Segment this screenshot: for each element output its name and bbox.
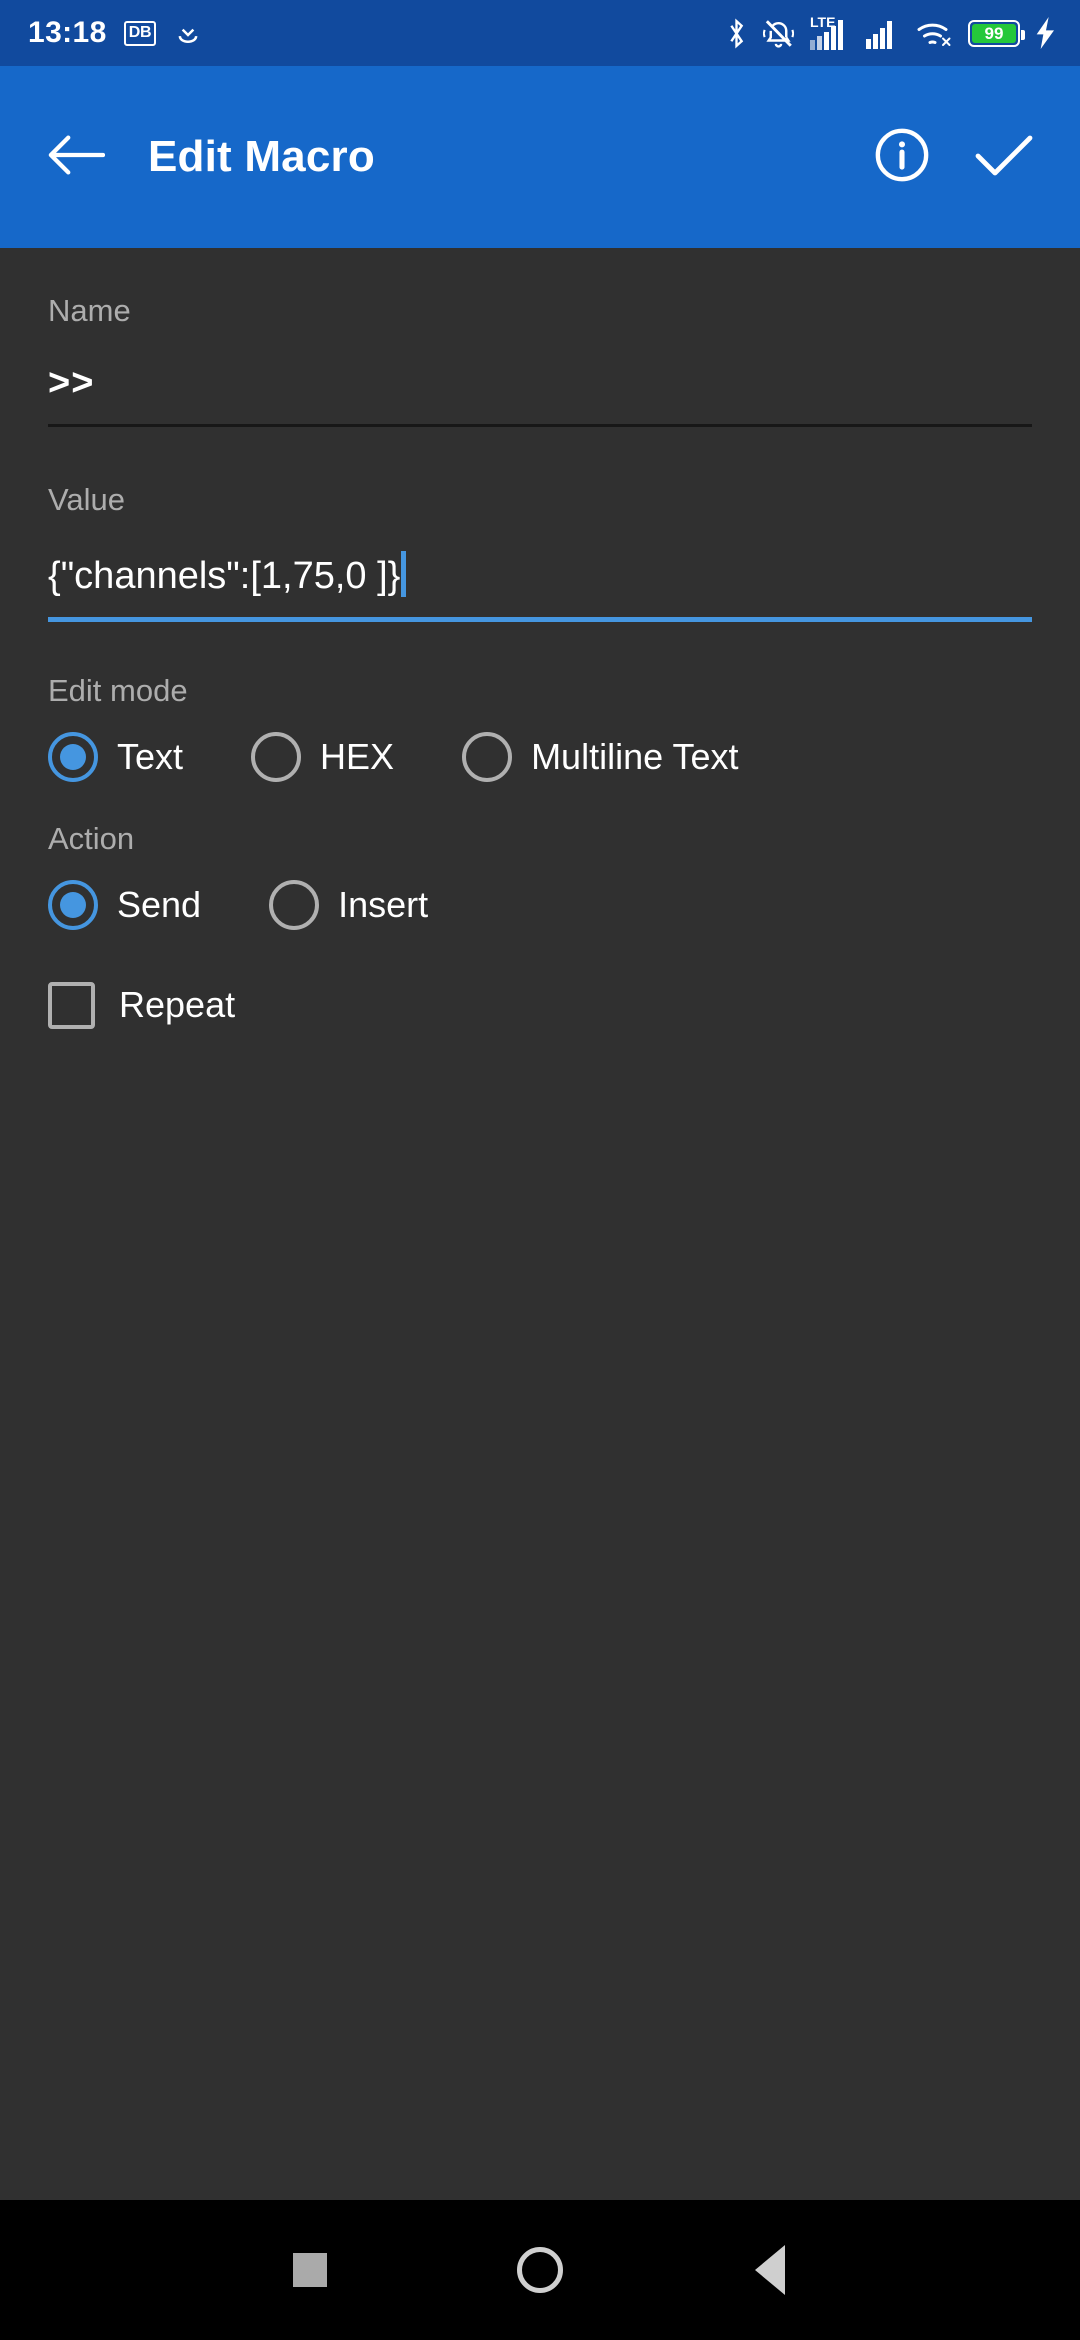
name-input-row[interactable]: >> (48, 362, 1032, 427)
action-label: Action (48, 820, 135, 856)
radio-option-hex[interactable]: HEX (251, 731, 395, 782)
page-title: Edit Macro (148, 132, 375, 181)
triangle-back-icon (755, 2245, 785, 2295)
radio-hex-indicator[interactable] (251, 731, 302, 782)
charging-bolt-icon (1034, 17, 1058, 49)
name-input-underline (48, 423, 1032, 427)
radio-text-indicator[interactable] (48, 731, 98, 782)
radio-option-insert[interactable]: Insert (269, 879, 429, 930)
value-input-underline (48, 616, 1032, 622)
battery-percent: 99 (984, 23, 1004, 43)
value-input[interactable]: {"channels":[1,75,0 ]} (48, 555, 400, 617)
name-field-label: Name (48, 293, 131, 328)
battery-icon: 99 (968, 19, 1025, 47)
info-button[interactable] (862, 117, 942, 197)
edit-mode-label: Edit mode (48, 672, 188, 708)
radio-send-label: Send (117, 883, 202, 925)
edit-mode-radio-row: Text HEX Multiline Text (48, 731, 1032, 782)
radio-option-multiline-text[interactable]: Multiline Text (462, 731, 739, 782)
action-radio-row: Send Insert (48, 879, 1032, 930)
action-group: Action Send Insert (48, 820, 1032, 930)
recents-button[interactable] (255, 2215, 365, 2325)
radio-multiline-text-label: Multiline Text (531, 735, 739, 777)
lte-label: LTE (810, 14, 836, 30)
status-bar-right: LTE 99 (724, 14, 1058, 50)
wifi-icon (916, 18, 954, 49)
check-icon (974, 131, 1034, 184)
radio-multiline-text-indicator[interactable] (462, 731, 513, 782)
bluetooth-icon (724, 17, 749, 50)
radio-option-send[interactable]: Send (48, 879, 202, 930)
download-icon (173, 18, 203, 48)
info-circle-icon (873, 126, 931, 189)
edit-mode-group: Edit mode Text HEX Multiline Text (48, 672, 1032, 782)
home-button[interactable] (485, 2215, 595, 2325)
db-badge-text: DB (123, 20, 157, 46)
circle-home-icon (517, 2247, 563, 2293)
text-cursor (401, 550, 407, 597)
app-bar: Edit Macro (0, 66, 1080, 248)
status-bar-clock: 13:18 (28, 16, 107, 49)
lte-signal-icon: LTE (808, 14, 852, 50)
radio-option-text[interactable]: Text (48, 731, 184, 782)
back-button[interactable] (40, 121, 112, 193)
confirm-button[interactable] (964, 117, 1044, 197)
value-field-group: Value {"channels":[1,75,0 ]} (48, 481, 1032, 622)
name-field-group: Name >> (48, 293, 1032, 427)
radio-text-label: Text (117, 735, 184, 777)
radio-send-indicator[interactable] (48, 879, 98, 930)
form-content: Name >> Value {"channels":[1,75,0 ]} Edi… (0, 248, 1080, 2200)
status-bar-left: 13:18 DB (28, 18, 203, 48)
db-badge-icon: DB (123, 20, 157, 46)
repeat-checkbox-label: Repeat (119, 984, 236, 1026)
repeat-checkbox-row[interactable]: Repeat (48, 981, 1032, 1029)
nav-back-button[interactable] (715, 2215, 825, 2325)
radio-insert-indicator[interactable] (269, 879, 320, 930)
phone-screen: 13:18 DB LTE 99 Edit Macro Name >> Value… (0, 0, 1080, 2340)
name-input[interactable]: >> (48, 362, 94, 424)
square-recents-icon (293, 2253, 327, 2287)
radio-hex-label: HEX (320, 735, 395, 777)
value-field-label: Value (48, 481, 125, 517)
radio-insert-label: Insert (338, 883, 429, 925)
repeat-checkbox[interactable] (48, 981, 95, 1029)
vibrate-off-icon (763, 18, 794, 49)
system-nav-bar (0, 2200, 1080, 2340)
signal-icon (866, 18, 902, 49)
status-bar: 13:18 DB LTE 99 (0, 0, 1080, 66)
back-arrow-icon (47, 133, 106, 182)
value-input-row[interactable]: {"channels":[1,75,0 ]} (48, 550, 1032, 622)
